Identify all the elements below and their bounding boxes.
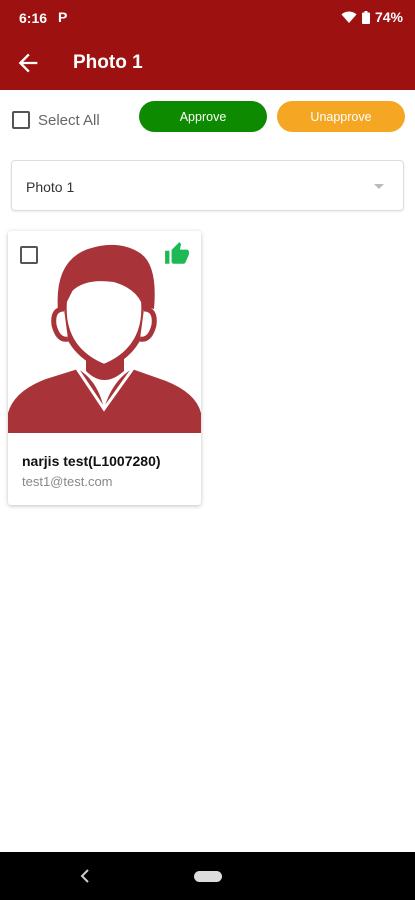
dropdown-value: Photo 1 (26, 179, 75, 195)
app-notification-icon: P (58, 9, 68, 25)
page-title: Photo 1 (73, 52, 143, 73)
select-all-checkbox[interactable]: Select All (12, 111, 100, 129)
unapprove-button[interactable]: Unapprove (277, 101, 405, 132)
status-icons: 74% (341, 9, 403, 25)
card-name: narjis test(L1007280) (22, 453, 161, 469)
battery-percent: 74% (374, 9, 403, 25)
nav-home-pill[interactable] (194, 871, 222, 882)
system-nav-bar (0, 852, 415, 900)
card-email: test1@test.com (22, 474, 113, 489)
action-toolbar: Select All Approve Unapprove (0, 90, 415, 150)
photo-select-dropdown[interactable]: Photo 1 (11, 160, 404, 211)
battery-icon (361, 10, 370, 24)
checkbox-icon[interactable] (12, 111, 30, 129)
nav-back-icon[interactable] (78, 868, 92, 884)
wifi-icon (341, 11, 357, 23)
photo-card[interactable]: narjis test(L1007280) test1@test.com (8, 231, 201, 505)
status-time: 6:16 (19, 10, 48, 26)
status-bar: 6:16 P 74% (0, 0, 415, 36)
chevron-down-icon (374, 184, 384, 189)
card-checkbox[interactable] (20, 246, 38, 264)
app-bar: Photo 1 (0, 36, 415, 90)
back-arrow-icon[interactable] (14, 49, 42, 77)
thumbs-up-icon (165, 242, 189, 264)
select-all-label: Select All (38, 111, 100, 129)
approve-button[interactable]: Approve (139, 101, 267, 132)
